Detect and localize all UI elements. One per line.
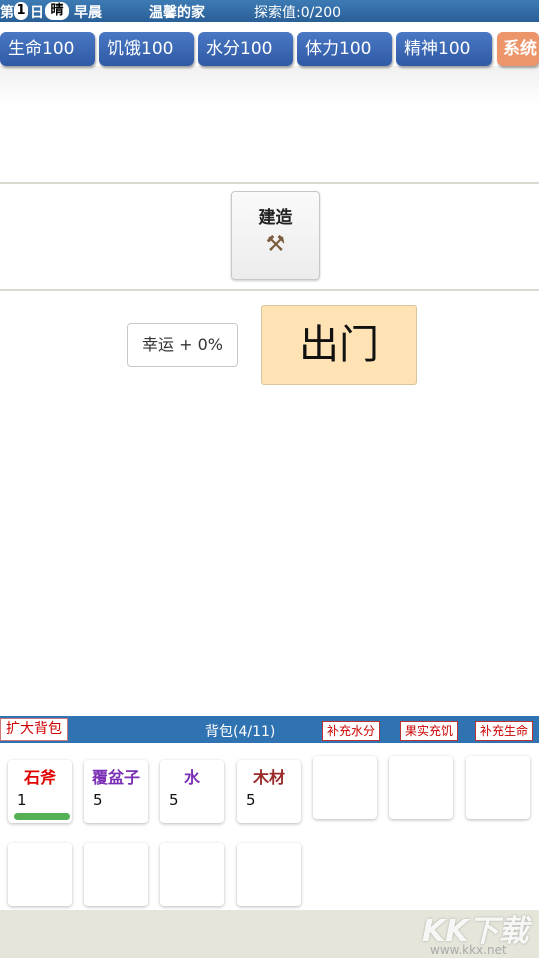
- item-name: 石斧: [23, 768, 56, 787]
- location-name: 温馨的家: [149, 5, 205, 21]
- inventory-slot-empty[interactable]: [160, 843, 224, 906]
- build-button[interactable]: 建造 ⚒: [231, 191, 320, 280]
- item-qty: 1: [17, 791, 27, 809]
- item-qty: 5: [169, 791, 179, 809]
- system-button[interactable]: 系统: [497, 32, 539, 66]
- expand-backpack-button[interactable]: 扩大背包: [0, 718, 68, 741]
- inventory-slot-empty[interactable]: [313, 756, 377, 819]
- stat-health-button[interactable]: 生命100: [0, 32, 95, 66]
- day-number: 1: [14, 2, 28, 20]
- inventory-slot-empty[interactable]: [466, 756, 530, 819]
- backpack-title: 背包(4/11): [205, 724, 276, 740]
- header-shadow: [0, 66, 539, 106]
- stat-water-button[interactable]: 水分100: [198, 32, 293, 66]
- item-name: 覆盆子: [91, 768, 140, 787]
- time-of-day: 早晨: [74, 5, 102, 21]
- inventory-slot-empty[interactable]: [389, 756, 453, 819]
- item-qty: 5: [246, 791, 256, 809]
- eat-fruit-button[interactable]: 果实充饥: [400, 721, 458, 741]
- luck-indicator: 幸运 + 0%: [127, 323, 238, 367]
- explore-value: 探索值:0/200: [254, 5, 342, 21]
- weather-badge: 晴: [45, 2, 69, 20]
- item-qty: 5: [93, 791, 103, 809]
- replenish-health-button[interactable]: 补充生命: [475, 721, 533, 741]
- inventory-slot-wood[interactable]: 木材 5: [237, 760, 301, 823]
- status-bar: 第 1 日 晴 早晨 温馨的家 探索值:0/200: [0, 0, 539, 22]
- item-name: 水: [183, 768, 200, 787]
- stat-stamina-button[interactable]: 体力100: [297, 32, 392, 66]
- divider-top: [0, 182, 539, 184]
- day-suffix: 日: [30, 5, 44, 21]
- go-out-button[interactable]: 出门: [261, 305, 417, 385]
- inventory-slot-empty[interactable]: [8, 843, 72, 906]
- stat-hunger-button[interactable]: 饥饿100: [99, 32, 194, 66]
- hammer-pick-icon: ⚒: [265, 232, 286, 257]
- watermark-url: www.kkx.net: [430, 943, 507, 957]
- build-label: 建造: [258, 208, 293, 228]
- day-prefix: 第: [0, 5, 14, 21]
- inventory-slot-water[interactable]: 水 5: [160, 760, 224, 823]
- inventory-slot-empty[interactable]: [84, 843, 148, 906]
- item-name: 木材: [252, 768, 285, 787]
- replenish-water-button[interactable]: 补充水分: [322, 721, 380, 741]
- inventory-slot-empty[interactable]: [237, 843, 301, 906]
- divider-middle: [0, 289, 539, 291]
- inventory-slot-stone-axe[interactable]: 石斧 1: [8, 760, 72, 823]
- stat-spirit-button[interactable]: 精神100: [396, 32, 492, 66]
- inventory-slot-raspberry[interactable]: 覆盆子 5: [84, 760, 148, 823]
- durability-bar: [14, 813, 70, 820]
